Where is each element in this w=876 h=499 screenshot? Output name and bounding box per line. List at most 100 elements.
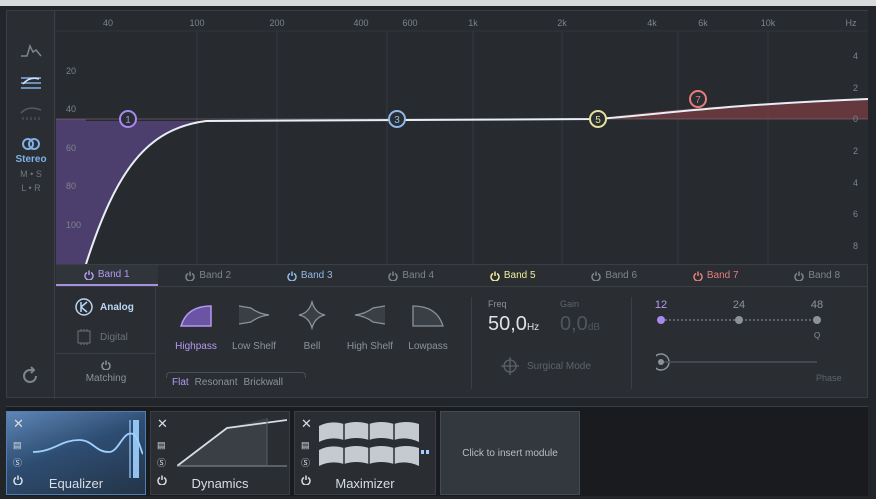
undo-icon[interactable] [21,366,41,391]
digital-mode-button[interactable]: Digital [74,327,128,347]
band-8-label: Band 8 [808,270,841,281]
eq-curve-view-icon[interactable] [17,71,45,93]
band-tab-5[interactable]: Band 5 [462,265,564,286]
analyzer-view-icon[interactable] [17,101,45,123]
db-right-0: 0 [852,114,858,124]
module-list-icon[interactable]: ▤ [157,440,166,451]
module-maximizer[interactable]: ✕ ▤ Ⓢ Maximizer [294,411,436,495]
band-2-power-icon[interactable] [185,271,196,281]
module-name: Equalizer [48,476,104,491]
band-6-label: Band 6 [605,270,638,281]
bell-icon [282,297,342,333]
gain-unit: dB [587,322,601,333]
left-right-mode-label[interactable]: L • R [7,183,55,193]
db-right-4-bottom: 4 [852,178,858,188]
band-6-power-icon[interactable] [591,271,602,281]
freq-value-field[interactable]: 50,0Hz [488,313,539,336]
surgical-mode-button[interactable]: Surgical Mode [501,357,591,375]
remove-module-icon[interactable]: ✕ [13,416,24,432]
band-tab-2[interactable]: Band 2 [158,265,260,286]
mode-selector: Analog Digital Matching [56,287,156,398]
band-4-power-icon[interactable] [388,271,399,281]
band-5-label: Band 5 [503,270,536,281]
stereo-mode-icon[interactable] [17,133,45,155]
solo-icon[interactable]: Ⓢ [301,456,310,469]
stereo-mode-label[interactable]: Stereo [7,154,55,165]
insert-module-label: Click to insert module [462,447,558,459]
band-tab-3[interactable]: Band 3 [259,265,361,286]
band-7-label: Band 7 [706,270,739,281]
gain-value: 0,0 [560,313,588,335]
slope-slider[interactable] [656,299,836,389]
shape-high-shelf[interactable]: High Shelf [340,297,400,352]
remove-module-icon[interactable]: ✕ [301,416,312,432]
shape-lowpass[interactable]: Lowpass [398,297,458,352]
shape-low-shelf-label: Low Shelf [232,341,276,352]
slope-q-controls: 12 24 48 Q Phase [655,299,842,389]
slope-brickwall[interactable]: Brickwall [243,377,282,388]
remove-module-icon[interactable]: ✕ [157,416,168,432]
freq-tick-10k: 10k [760,18,776,28]
band-tabs: Band 1 Band 2 Band 3 Band 4 Band 5 Band … [56,264,868,287]
eq-panel: Stereo M • S L • R 1 3 5 7 40 100 200 40… [6,10,868,399]
dynamics-thumbnail [177,418,287,467]
shape-bell-label: Bell [303,341,321,352]
freq-tick-1k: 1k [468,18,478,28]
eq-plugin-window: Stereo M • S L • R 1 3 5 7 40 100 200 40… [0,0,876,499]
shape-high-shelf-label: High Shelf [346,341,394,352]
module-dynamics[interactable]: ✕ ▤ Ⓢ Dynamics [150,411,290,495]
band-tab-1[interactable]: Band 1 [56,265,158,286]
band-controls: Analog Digital Matching Highpass Low She… [56,287,868,398]
band-node-7[interactable]: 7 [689,90,707,108]
db-left-80: 80 [66,181,77,191]
shape-bell[interactable]: Bell [282,297,342,352]
shape-highpass[interactable]: Highpass [166,297,226,352]
analog-icon [75,298,93,316]
band-node-1[interactable]: 1 [119,110,137,128]
mid-side-mode-label[interactable]: M • S [7,169,55,179]
band-4-label: Band 4 [402,270,435,281]
band-tab-7[interactable]: Band 7 [665,265,767,286]
band-tab-8[interactable]: Band 8 [767,265,869,286]
left-toolbar: Stereo M • S L • R [7,11,55,399]
matching-label: Matching [85,373,127,384]
maximizer-meter [426,450,429,454]
crosshair-icon [501,357,519,375]
band-tab-6[interactable]: Band 6 [564,265,666,286]
gain-value-field[interactable]: 0,0dB [560,313,600,336]
slope-flat[interactable]: Flat [172,377,189,388]
band-node-3[interactable]: 3 [388,110,406,128]
eq-graph[interactable]: 1 3 5 7 40 100 200 400 600 1k 2k 4k 6k 1… [56,11,868,264]
shape-low-shelf[interactable]: Low Shelf [224,297,284,352]
solo-icon[interactable]: Ⓢ [13,456,22,469]
slope-resonant[interactable]: Resonant [195,377,238,388]
band-node-5[interactable]: 5 [589,110,607,128]
solo-icon[interactable]: Ⓢ [157,456,166,469]
freq-unit-hz: Hz [845,18,857,28]
band-3-power-icon[interactable] [287,271,297,281]
band-node-5-label: 5 [595,115,601,126]
band-5-power-icon[interactable] [490,271,500,281]
band-1-power-icon[interactable] [84,270,94,280]
insert-module-button[interactable]: Click to insert module [440,411,580,495]
band-node-1-label: 1 [125,115,131,126]
analog-mode-button[interactable]: Analog [74,297,134,317]
module-list-icon[interactable]: ▤ [301,440,310,451]
db-right-2-top: 2 [852,83,858,93]
lowpass-icon [398,297,458,333]
freq-label: Freq [488,299,507,309]
freq-tick-40: 40 [102,18,114,28]
band-tab-4[interactable]: Band 4 [361,265,463,286]
highpass-icon [166,297,226,333]
band-7-power-icon[interactable] [693,271,703,281]
divider [631,297,632,389]
band-node-3-label: 3 [394,115,400,126]
band-8-power-icon[interactable] [794,271,805,281]
module-list-icon[interactable]: ▤ [13,440,22,451]
module-equalizer[interactable]: ✕ ▤ Ⓢ Equalizer [6,411,146,495]
spectrum-view-icon[interactable] [17,39,45,61]
matching-button[interactable]: Matching [56,353,156,398]
freq-tick-200: 200 [269,18,285,28]
module-chain: ✕ ▤ Ⓢ Equalizer ✕ ▤ Ⓢ Dynamics ✕ ▤ Ⓢ Max… [6,406,868,496]
low-shelf-icon [224,297,284,333]
